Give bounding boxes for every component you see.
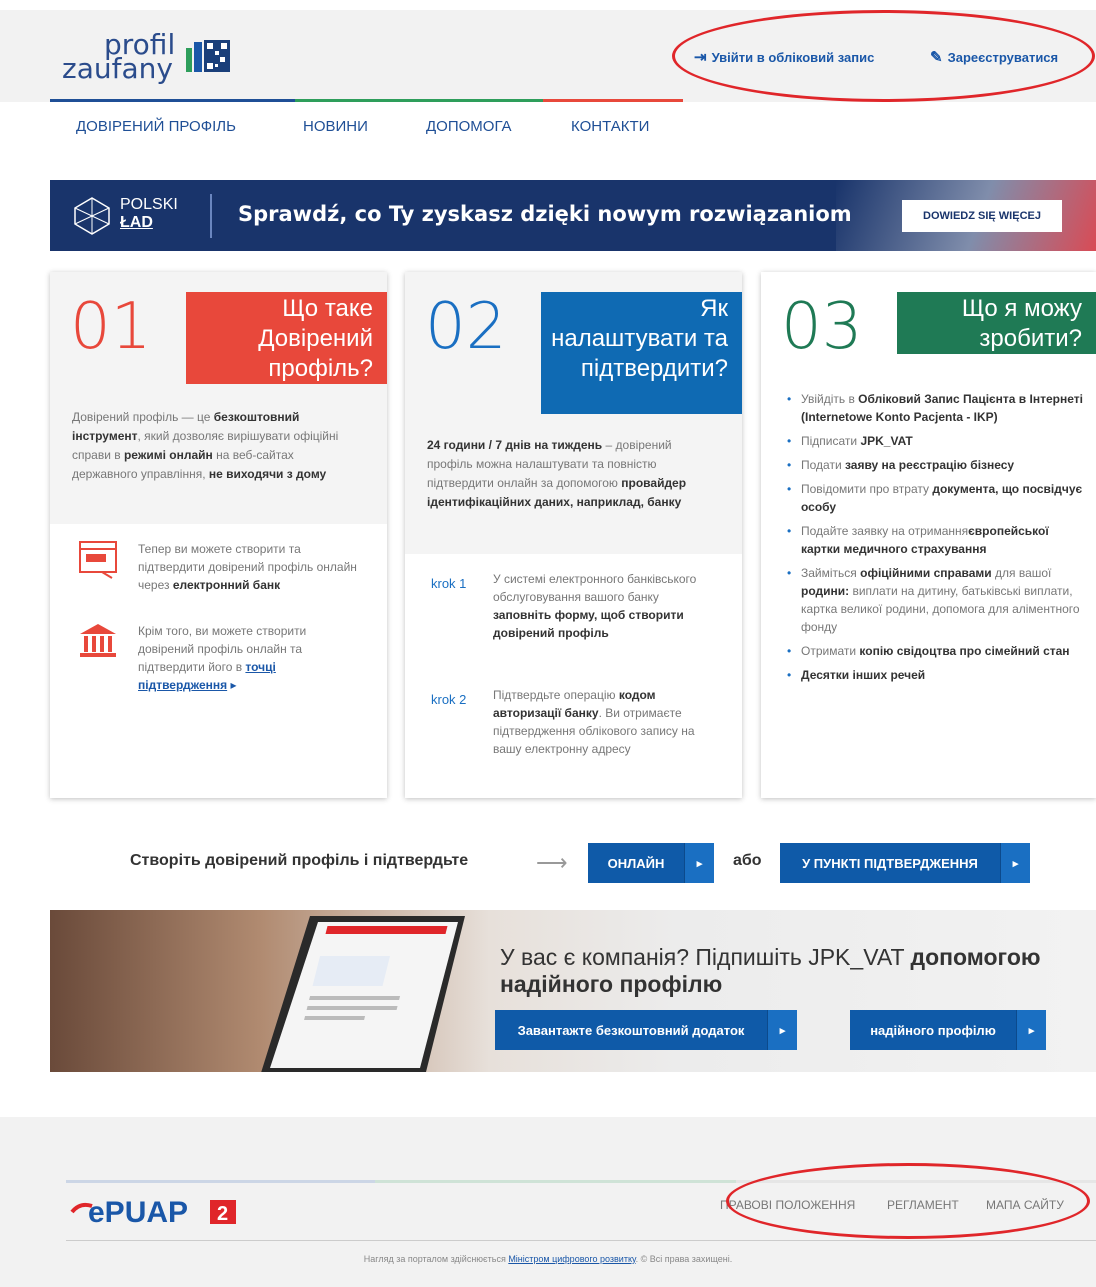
promo-title: У вас є компанія? Підпишіть JPK_VAT допо…	[500, 944, 1041, 997]
bar-green	[295, 99, 543, 102]
ministry-link[interactable]: Міністром цифрового розвитку	[508, 1254, 635, 1264]
step1-label: krok 1	[431, 576, 467, 591]
list-item[interactable]: Повідомити про втрату документа, що посв…	[787, 480, 1087, 516]
card1-row2: Крім того, ви можете створити довірений …	[138, 624, 307, 692]
svg-text:ePUAP: ePUAP	[88, 1196, 188, 1228]
chevron-right-icon: ▸	[1016, 1010, 1046, 1050]
card2-title: Як налаштувати та підтвердити?	[541, 292, 742, 414]
list-item[interactable]: Займіться офіційними справами для вашої …	[787, 564, 1087, 636]
card3-number: 03	[781, 290, 863, 364]
highlight-ellipse-footer	[726, 1163, 1090, 1239]
nav-news[interactable]: НОВИНИ	[303, 118, 368, 135]
or-text: або	[733, 852, 762, 869]
list-item[interactable]: Подати заяву на реєстрацію бізнесу	[787, 456, 1087, 474]
list-item[interactable]: Отримати копію свідоцтва про сімейний ст…	[787, 642, 1087, 660]
nav-trusted-profile[interactable]: ДОВІРЕНИЙ ПРОФІЛЬ	[76, 118, 236, 135]
chevron-right-icon: ▸	[767, 1010, 797, 1050]
footer-copyright: Нагляд за порталом здійснюється Міністро…	[363, 1254, 733, 1264]
list-item[interactable]: Увійдіть в Обліковий Запис Пацієнта в Ін…	[787, 390, 1087, 426]
epuap-logo[interactable]: ePUAP 2	[70, 1192, 240, 1228]
list-item[interactable]: Десятки інших речей	[787, 666, 1087, 684]
logo-polski: POLSKI	[120, 196, 178, 213]
polski-lad-emblem-icon	[74, 197, 110, 235]
download-label: Завантажте безкоштовний додаток	[517, 1022, 745, 1038]
top-header: profil zaufany ⇥ Увійти в обліковий запи…	[0, 10, 1096, 102]
polski-lad-logo: POLSKI ŁAD	[72, 194, 202, 238]
list-item[interactable]: Подайте заявку на отриманняєвропейської …	[787, 522, 1087, 558]
step2-label: krok 2	[431, 692, 467, 707]
online-button[interactable]: ОНЛАЙН ▸	[588, 843, 714, 883]
trusted-profile-label: надійного профілю	[870, 1022, 996, 1038]
list-item[interactable]: Підписати JPK_VAT	[787, 432, 1087, 450]
svg-text:2: 2	[217, 1203, 228, 1225]
step2-text: Підтвердьте операцію кодом авторизації б…	[493, 688, 695, 756]
card1-number: 01	[70, 290, 152, 364]
step1-text: У системі електронного банківського обсл…	[493, 572, 697, 640]
card-what-is: 01 Що таке Довірений профіль? Довірений …	[50, 272, 387, 798]
card3-title: Що я можу зробити?	[897, 292, 1096, 354]
point-label: У ПУНКТІ ПІДТВЕРДЖЕННЯ	[802, 855, 978, 871]
highlight-ellipse-top	[672, 10, 1095, 102]
bar-blue	[50, 99, 295, 102]
profil-zaufany-logo[interactable]: profil zaufany	[62, 28, 242, 88]
nav-help[interactable]: ДОПОМОГА	[426, 118, 512, 135]
card-what-can-i-do: 03 Що я можу зробити? Увійдіть в Обліков…	[761, 272, 1096, 798]
cta-text: Створіть довірений профіль і підтвердьте	[130, 852, 469, 869]
bank-building-icon	[80, 624, 116, 657]
e-bank-icon	[79, 541, 117, 579]
card1-text: Довірений профіль — це безкоштовний інст…	[72, 410, 339, 481]
logo-line2: zaufany	[62, 52, 173, 85]
banner-text: Sprawdź, co Ty zyskasz dzięki nowym rozw…	[238, 202, 852, 226]
right-arrow-icon: ⟶	[536, 850, 568, 875]
bar-red	[543, 99, 683, 102]
polski-lad-banner[interactable]: POLSKI ŁAD Sprawdź, co Ty zyskasz dzięki…	[50, 180, 1096, 251]
logo-lad: ŁAD	[120, 214, 153, 231]
chevron-right-icon: ▸	[684, 843, 714, 883]
online-label: ОНЛАЙН	[607, 855, 665, 871]
download-app-button[interactable]: Завантажте безкоштовний додаток ▸	[495, 1010, 797, 1050]
chevron-right-icon: ▸	[1000, 843, 1030, 883]
banner-divider	[210, 194, 212, 238]
nav-contacts[interactable]: КОНТАКТИ	[571, 118, 649, 135]
trusted-profile-button[interactable]: надійного профілю ▸	[850, 1010, 1046, 1050]
actions-list: Увійдіть в Обліковий Запис Пацієнта в Ін…	[787, 390, 1087, 690]
footer-divider	[66, 1240, 1096, 1241]
confirmation-point-button[interactable]: У ПУНКТІ ПІДТВЕРДЖЕННЯ ▸	[780, 843, 1030, 883]
card2-number: 02	[425, 290, 507, 364]
card1-title: Що таке Довірений профіль?	[186, 292, 387, 384]
arrow-icon: ▸	[230, 678, 237, 692]
card1-row1: Тепер ви можете створити та підтвердити …	[138, 542, 357, 592]
learn-more-button[interactable]: DOWIEDZ SIĘ WIĘCEJ	[902, 200, 1062, 232]
card-how-to: 02 Як налаштувати та підтвердити? 24 год…	[405, 272, 742, 798]
logo-qr-icon	[186, 40, 230, 72]
card2-text: 24 години / 7 днів на тиждень – довірени…	[427, 438, 687, 509]
